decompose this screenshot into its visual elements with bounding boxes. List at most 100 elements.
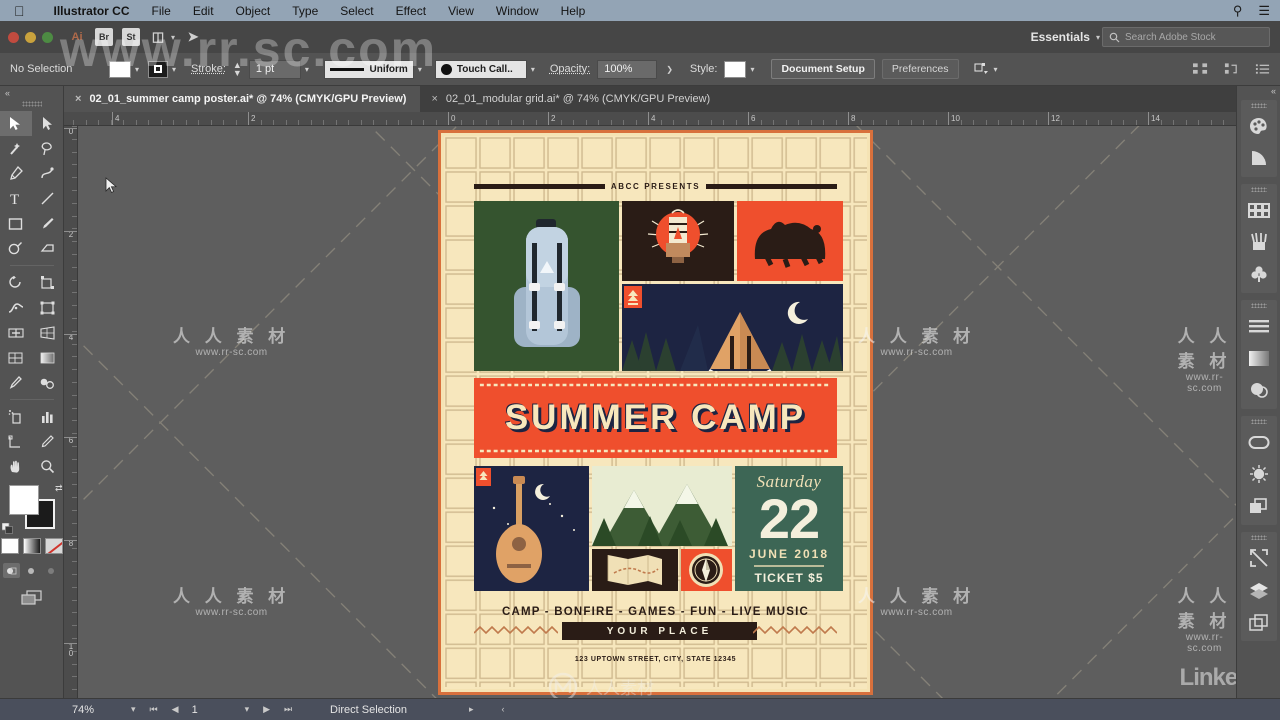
artboard-summer-camp-poster[interactable]: ABCC PRESENTS SUMMER CAMP Saturday 22 JU… [438,130,873,695]
perspective-grid-tool[interactable] [32,320,64,345]
menu-item-window[interactable]: Window [485,4,550,18]
swap-fill-stroke-icon[interactable]: ⇄ [55,483,63,494]
vertical-ruler[interactable]: 0246810 [64,126,78,698]
brush-chevron-down-icon[interactable]: ▾ [529,65,537,74]
stroke-panel-icon[interactable] [1241,310,1277,342]
workspace-switcher[interactable]: Essentials ▾ [1031,30,1100,44]
transform-reference-icon[interactable] [973,62,989,76]
menu-item-help[interactable]: Help [550,4,597,18]
menu-item-type[interactable]: Type [281,4,329,18]
transform-chevron-down-icon[interactable]: ▾ [992,65,1000,74]
workspace-chevron-down-icon[interactable]: ▾ [1096,33,1100,42]
appearance-panel-icon[interactable] [1241,458,1277,490]
graphic-styles-icon[interactable] [1241,490,1277,522]
draw-inside-button[interactable] [43,563,60,578]
opacity-value[interactable]: 100% [597,59,658,79]
adobe-stock-search[interactable]: Search Adobe Stock [1102,27,1270,47]
previous-artboard-button[interactable]: ◀ [165,704,186,715]
dock-drag-handle[interactable] [1250,103,1267,108]
first-artboard-button[interactable]: ⏮ [143,704,165,715]
control-center-icon[interactable]: ☰ [1258,3,1270,19]
eyedropper-tool[interactable] [0,370,32,395]
blend-tool[interactable] [32,370,64,395]
zoom-window-button[interactable] [42,31,53,43]
zoom-chevron-down-icon[interactable]: ▾ [124,704,143,715]
brush-definition-control[interactable]: Touch Call.. ▾ [434,59,537,79]
style-chevron-down-icon[interactable]: ▾ [748,65,756,74]
menu-item-edit[interactable]: Edit [182,4,225,18]
curvature-tool[interactable] [32,161,64,186]
selection-tool[interactable] [0,111,32,136]
apple-logo-icon[interactable]:  [14,4,25,18]
color-mode-button[interactable] [0,538,19,554]
symbols-panel-icon[interactable] [1241,258,1277,290]
mesh-tool[interactable] [0,345,32,370]
layers-panel-icon[interactable] [1241,574,1277,606]
menu-item-effect[interactable]: Effect [385,4,437,18]
close-window-button[interactable] [8,31,19,43]
style-swatch[interactable] [724,60,747,78]
properties-list-icon[interactable] [1255,62,1270,76]
brush-definition[interactable]: Touch Call.. [434,59,527,79]
last-artboard-button[interactable]: ⏭ [277,704,299,715]
dock-drag-handle[interactable] [1250,187,1267,192]
graphic-style-control[interactable]: ▾ [724,60,756,78]
status-resize-icon[interactable]: ‹ [495,704,512,715]
slice-tool[interactable] [32,429,64,454]
status-menu-icon[interactable]: ▸ [462,704,481,715]
preferences-button[interactable]: Preferences [881,59,959,79]
dock-drag-handle[interactable] [1250,419,1267,424]
transparency-panel-icon[interactable] [1241,374,1277,406]
gradient-tool[interactable] [32,345,64,370]
artboards-panel-icon[interactable] [1241,606,1277,638]
draw-behind-button[interactable] [23,563,40,578]
type-tool[interactable]: T [0,186,32,211]
draw-normal-button[interactable] [3,563,20,578]
spotlight-search-icon[interactable]: ⚲ [1233,3,1243,19]
rectangle-tool[interactable] [0,211,32,236]
paintbrush-tool[interactable] [32,211,64,236]
color-panel-icon[interactable] [1241,110,1277,142]
menu-item-select[interactable]: Select [329,4,384,18]
tools-drag-handle[interactable] [21,101,42,107]
lasso-tool[interactable] [32,136,64,161]
close-tab-icon[interactable]: × [431,93,437,105]
gradient-panel-icon[interactable] [1241,342,1277,374]
pen-tool[interactable] [0,161,32,186]
color-guide-icon[interactable] [1241,142,1277,174]
export-panel-icon[interactable] [1241,542,1277,574]
canvas-area[interactable]: ABCC PRESENTS SUMMER CAMP Saturday 22 JU… [78,126,1236,698]
rotate-tool[interactable] [0,270,32,295]
zoom-level-value[interactable]: 74% [72,704,124,716]
align-icon[interactable] [1193,62,1208,76]
direct-selection-tool[interactable] [32,111,64,136]
document-tab-summer-camp-poster[interactable]: × 02_01_summer camp poster.ai* @ 74% (CM… [64,86,421,112]
minimize-window-button[interactable] [25,31,36,43]
width-tool[interactable] [0,295,32,320]
close-tab-icon[interactable]: × [75,93,81,105]
artboard-tool[interactable] [0,429,32,454]
menu-item-illustrator[interactable]: Illustrator CC [43,4,141,18]
change-screen-mode-button[interactable] [20,590,43,611]
document-setup-button[interactable]: Document Setup [771,59,875,79]
brushes-panel-icon[interactable] [1241,226,1277,258]
swatches-panel-icon[interactable] [1241,194,1277,226]
menu-item-view[interactable]: View [437,4,485,18]
tools-collapse-button[interactable]: « [0,86,63,100]
opacity-more-icon[interactable]: ❯ [664,65,675,74]
eraser-tool[interactable] [32,236,64,261]
scale-tool[interactable] [32,270,64,295]
column-graph-tool[interactable] [32,404,64,429]
gradient-mode-button[interactable] [22,538,41,554]
dock-collapse-button[interactable]: « [1237,86,1280,100]
horizontal-ruler[interactable]: 54202468101214 [64,112,1236,126]
shape-builder-tool[interactable] [0,320,32,345]
none-mode-button[interactable] [44,538,63,554]
creative-cloud-libraries-icon[interactable] [1241,426,1277,458]
fill-color-box[interactable] [8,485,39,515]
line-segment-tool[interactable] [32,186,64,211]
dock-drag-handle[interactable] [1250,535,1267,540]
free-transform-tool[interactable] [32,295,64,320]
shaper-tool[interactable] [0,236,32,261]
artboard-number-value[interactable]: 1 [186,704,238,716]
